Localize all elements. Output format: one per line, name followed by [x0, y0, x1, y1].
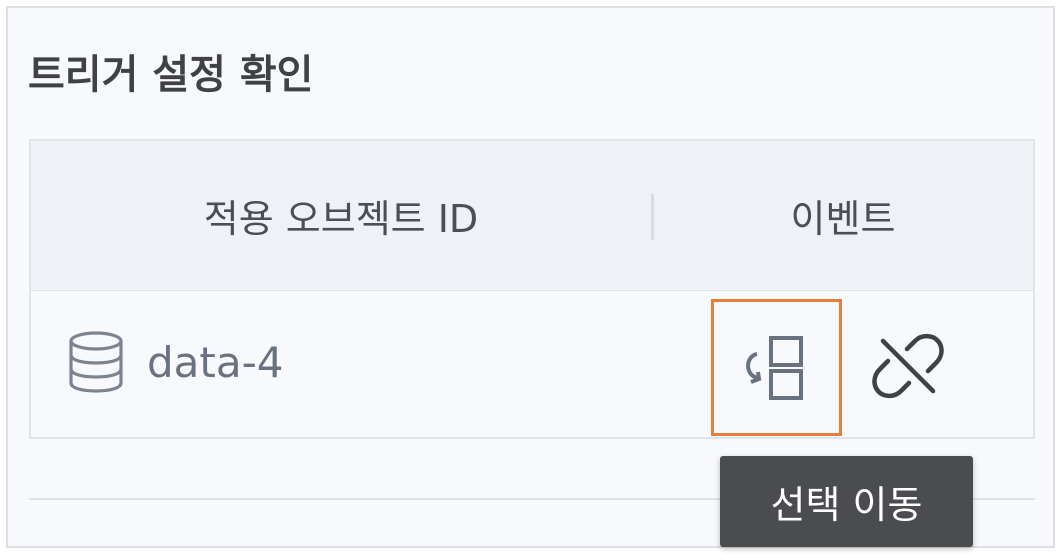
object-id-label: data-4 — [147, 338, 284, 387]
table-header: 적용 오브젝트 ID 이벤트 — [31, 141, 1033, 291]
unlink-icon — [872, 333, 944, 399]
database-icon — [69, 331, 123, 393]
tooltip: 선택 이동 — [720, 456, 973, 547]
table-row: data-4 — [31, 291, 1033, 437]
column-header-event: 이벤트 — [790, 197, 896, 241]
panel-title: 트리거 설정 확인 — [28, 52, 314, 98]
trigger-table: 적용 오브젝트 ID 이벤트 data-4 — [29, 139, 1035, 439]
unlink-button[interactable] — [863, 321, 953, 411]
column-header-object-id: 적용 오브젝트 ID — [203, 197, 479, 241]
move-selection-icon — [745, 335, 803, 400]
move-selection-button[interactable] — [711, 299, 842, 436]
